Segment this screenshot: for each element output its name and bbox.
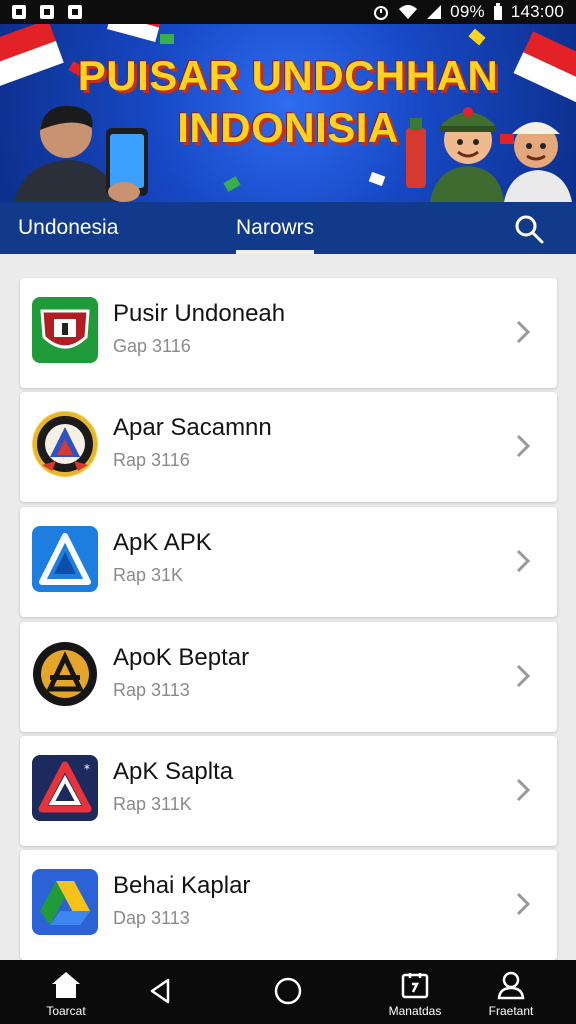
confetti: [368, 171, 386, 187]
status-bar: 09% 143:00: [0, 0, 576, 24]
confetti: [160, 34, 174, 44]
banner-title-line2: INDONISIA: [177, 104, 399, 151]
penrose-icon: *: [32, 755, 98, 821]
notification-icon: [68, 5, 82, 19]
list-item[interactable]: Behai Kaplar Dap 3113: [20, 850, 557, 960]
list-item[interactable]: ApoK Beptar Rap 3113: [20, 622, 557, 732]
calendar-icon: [401, 973, 429, 999]
app-title: Behai Kaplar: [113, 872, 251, 899]
chevron-right-icon: [516, 778, 531, 802]
svg-text:*: *: [84, 762, 90, 776]
battery-icon: [493, 3, 502, 20]
app-title: Apar Sacamnn: [113, 414, 272, 441]
app-subtitle: Gap 3116: [113, 336, 191, 356]
list-item[interactable]: Apar Sacamnn Rap 3116: [20, 392, 557, 502]
nav-home[interactable]: Toarcat: [36, 960, 96, 1024]
nav-fraetant-label: Fraetant: [488, 1004, 534, 1018]
signal-icon: [427, 5, 442, 19]
shield-icon: [32, 297, 98, 363]
emblem-icon: [32, 411, 98, 477]
notification-icon: [40, 5, 54, 19]
nav-home-label: Toarcat: [46, 1004, 86, 1018]
chevron-right-icon: [516, 320, 531, 344]
confetti: [468, 28, 486, 46]
profile-icon: [497, 971, 525, 1000]
app-title: Pusir Undoneah: [113, 300, 286, 327]
notification-icon: [12, 5, 26, 19]
chevron-right-icon: [516, 549, 531, 573]
nav-manatdas[interactable]: Manatdas: [378, 960, 452, 1024]
alarm-icon: [374, 6, 389, 20]
search-icon[interactable]: [514, 214, 544, 244]
app-title: ApoK Beptar: [113, 644, 250, 671]
flag-decoration: [106, 24, 164, 42]
list-item[interactable]: Pusir Undoneah Gap 3116: [20, 278, 557, 388]
tab-undonesia[interactable]: Undonesia: [18, 202, 118, 254]
app-title: ApK Saplta: [113, 758, 234, 785]
app-subtitle: Rap 3113: [113, 680, 190, 700]
app-subtitle: Rap 3116: [113, 450, 190, 470]
home-icon: [52, 972, 80, 998]
back-icon: [150, 978, 170, 1004]
clock: 143:00: [510, 2, 564, 21]
battery-percent: 09%: [450, 2, 485, 21]
list-item[interactable]: ApK APK Rap 31K: [20, 507, 557, 617]
app-subtitle: Rap 31K: [113, 565, 184, 585]
confetti: [223, 176, 241, 192]
hero-banner[interactable]: PUISAR UNDCHHAN INDONISIA: [0, 24, 576, 202]
chevron-right-icon: [516, 892, 531, 916]
drive-icon: [32, 869, 98, 935]
tab-narowrs[interactable]: Narowrs: [236, 202, 315, 254]
banner-title-line1: PUISAR UNDCHHAN: [77, 52, 499, 99]
nav-back[interactable]: [140, 960, 180, 1024]
nav-manatdas-label: Manatdas: [388, 1004, 442, 1018]
app-subtitle: Rap 311K: [113, 794, 192, 814]
tab-bar: Undonesia Narowrs: [0, 202, 576, 254]
nav-fraetant[interactable]: Fraetant: [476, 960, 546, 1024]
triangle-icon: [32, 526, 98, 592]
app-subtitle: Dap 3113: [113, 908, 190, 928]
chevron-right-icon: [516, 664, 531, 688]
list-item[interactable]: * ApK Saplta Rap 311K: [20, 736, 557, 846]
chevron-right-icon: [516, 434, 531, 458]
circle-home-icon: [274, 977, 302, 1005]
bottom-navigation: Toarcat Manatdas Fraetant: [0, 960, 576, 1024]
seal-icon: [32, 641, 98, 707]
app-title: ApK APK: [113, 529, 212, 556]
nav-system-home[interactable]: [268, 960, 308, 1024]
wifi-icon: [399, 5, 418, 19]
